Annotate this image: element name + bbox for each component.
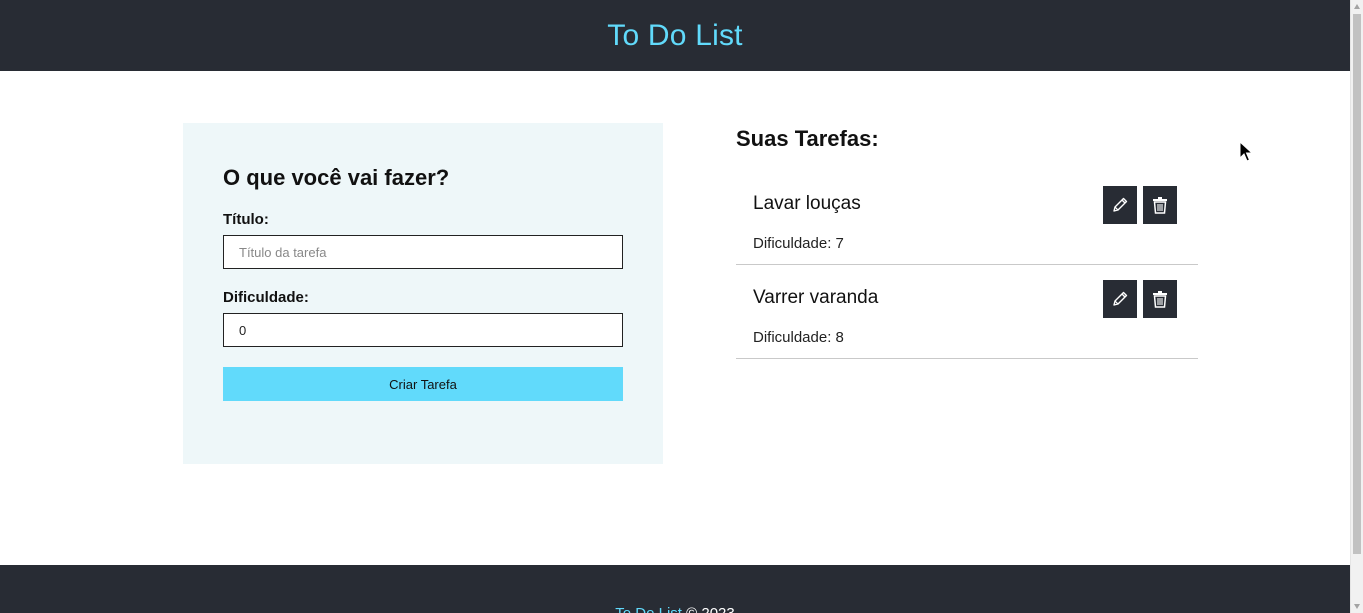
difficulty-group: Dificuldade: [223,289,623,347]
title-group: Título: [223,211,623,269]
task-difficulty: Dificuldade: 7 [753,235,844,252]
trash-icon [1153,291,1167,308]
app-title: To Do List [607,18,743,52]
create-task-button[interactable]: Criar Tarefa [223,367,623,401]
tasks-heading: Suas Tarefas: [736,126,879,151]
mouse-cursor-icon [1239,141,1253,162]
task-title: Varrer varanda [753,287,879,308]
pencil-icon [1113,197,1128,212]
footer-text: To Do List © 2023 [615,605,734,613]
app-header: To Do List [0,0,1350,71]
scroll-down-arrow-icon[interactable] [1354,604,1360,609]
edit-task-button[interactable] [1103,280,1137,318]
title-input[interactable] [223,235,623,269]
title-label: Título: [223,211,269,228]
footer-brand: To Do List [615,605,682,613]
scroll-up-arrow-icon[interactable] [1354,4,1360,9]
difficulty-label: Dificuldade: [223,289,309,306]
delete-task-button[interactable] [1143,280,1177,318]
scrollbar-thumb[interactable] [1353,14,1361,554]
task-item: Lavar louças Dificuldade: 7 [736,171,1198,265]
pencil-icon [1113,291,1128,306]
form-heading: O que você vai fazer? [223,165,450,190]
task-list-section: Suas Tarefas: Lavar louças Dificuldade: … [736,123,1198,359]
app-footer: To Do List © 2023 [0,565,1350,613]
task-title: Lavar louças [753,193,861,214]
new-task-form: O que você vai fazer? Título: Dificuldad… [183,123,663,464]
page-scrollbar[interactable] [1350,0,1363,613]
difficulty-input[interactable] [223,313,623,347]
task-actions [1103,280,1177,318]
task-difficulty: Dificuldade: 8 [753,329,844,346]
task-list: Lavar louças Dificuldade: 7 Varrer varan… [736,171,1198,359]
edit-task-button[interactable] [1103,186,1137,224]
footer-year: © 2023 [686,605,735,613]
task-actions [1103,186,1177,224]
trash-icon [1153,197,1167,214]
delete-task-button[interactable] [1143,186,1177,224]
task-item: Varrer varanda Dificuldade: 8 [736,265,1198,359]
